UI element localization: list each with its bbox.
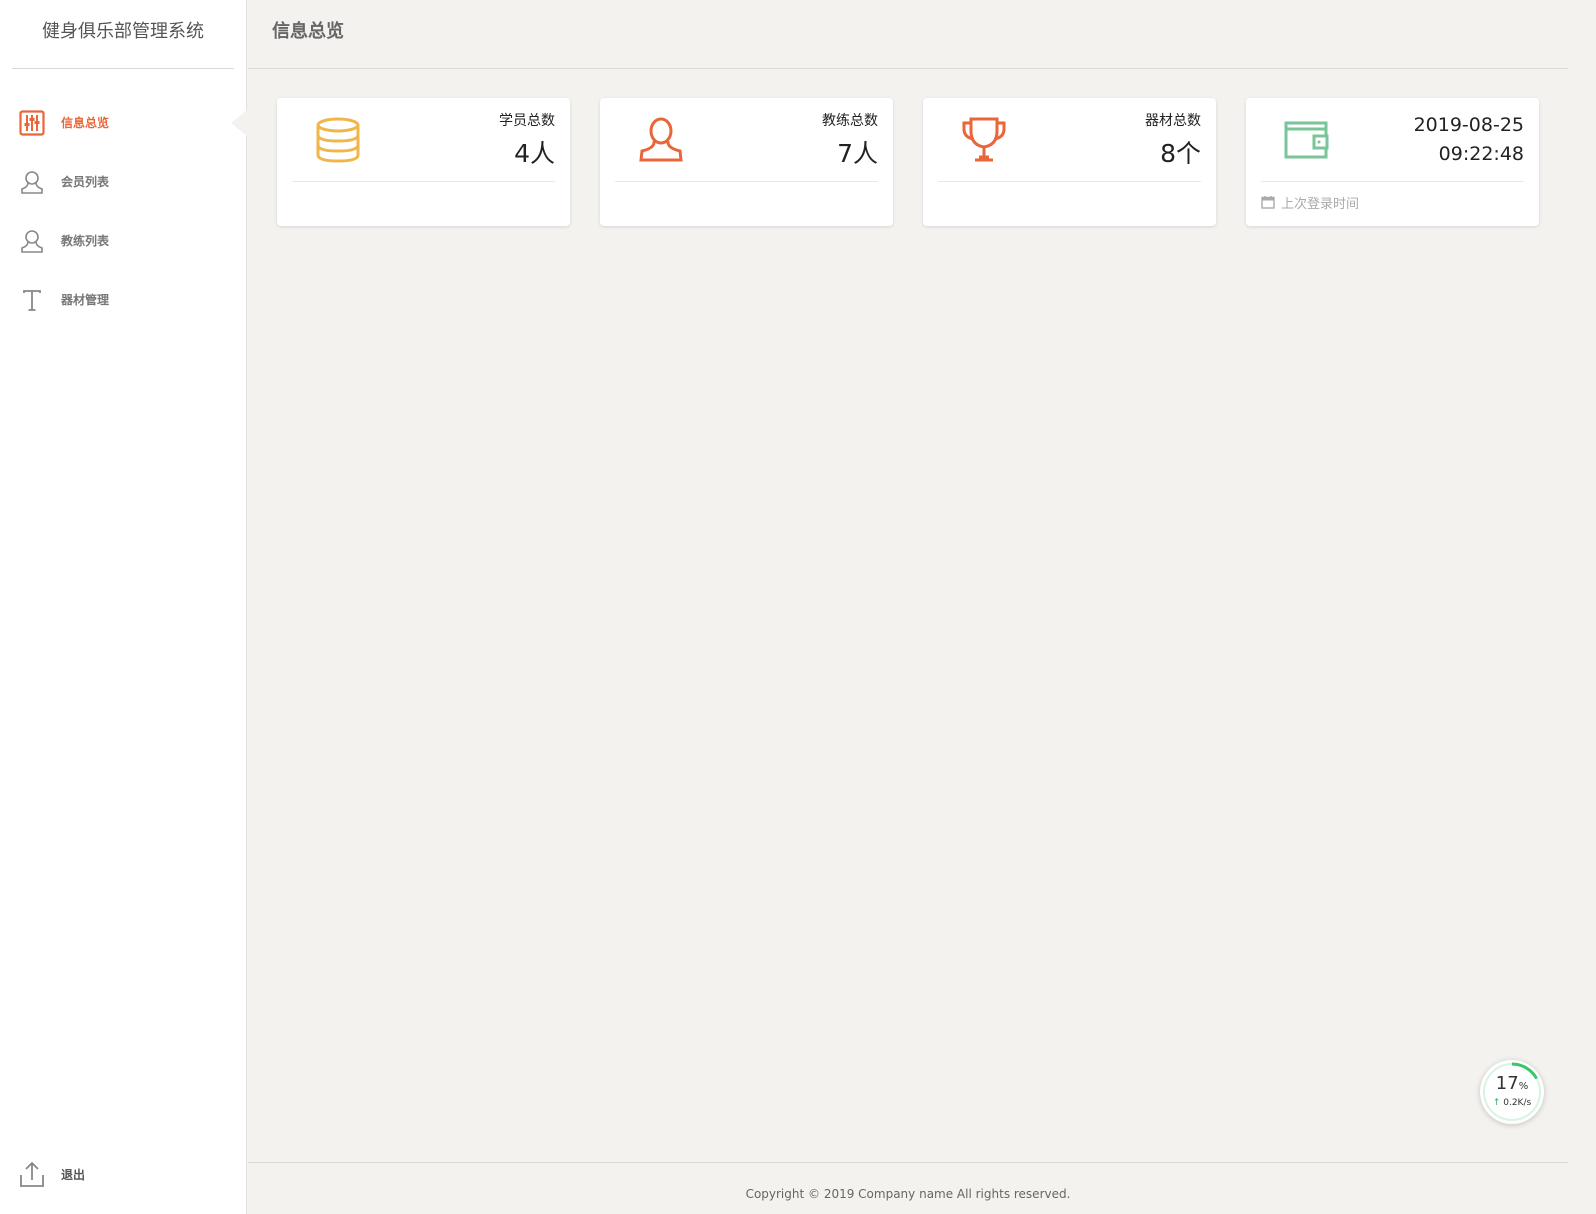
card-equipment: 器材总数 8个 (923, 98, 1216, 226)
sidebar-nav: 信息总览 会员列表 教练列表 器材管理 (0, 93, 247, 329)
last-login-time: 09:22:48 (1438, 142, 1524, 165)
text-t-icon (18, 286, 46, 314)
sidebar-item-equipment[interactable]: 器材管理 (0, 270, 246, 329)
card-coaches: 教练总数 7人 (600, 98, 893, 226)
sidebar-item-overview[interactable]: 信息总览 (0, 93, 247, 152)
user-icon (18, 227, 46, 255)
sidebar-item-label: 教练列表 (61, 234, 110, 248)
last-login-label: 上次登录时间 (1281, 196, 1360, 212)
sidebar-item-label: 器材管理 (61, 293, 110, 307)
calendar-icon (1261, 195, 1275, 209)
sidebar-item-members[interactable]: 会员列表 (0, 152, 246, 211)
page-header: 信息总览 (248, 0, 1568, 69)
card-footer: 上次登录时间 (1261, 182, 1524, 222)
card-value: 4人 (514, 138, 555, 168)
logout-button[interactable]: 退出 (0, 1152, 247, 1196)
copyright-text: Copyright © 2019 Company name All rights… (745, 1187, 1071, 1201)
speed-percent: 17 (1495, 1073, 1519, 1094)
sidebar-item-label: 信息总览 (61, 116, 110, 130)
card-label: 器材总数 (1145, 112, 1201, 129)
card-label: 教练总数 (822, 112, 878, 129)
card-label: 学员总数 (499, 112, 555, 129)
page-footer: Copyright © 2019 Company name All rights… (248, 1162, 1568, 1214)
scrollbar[interactable] (1568, 0, 1596, 1214)
database-icon (292, 110, 384, 170)
upload-icon (18, 1160, 46, 1188)
trophy-icon (938, 110, 1030, 170)
card-last-login: 2019-08-25 09:22:48 上次登录时间 (1246, 98, 1539, 226)
sliders-icon (18, 109, 46, 137)
arrow-up-icon: ↑ (1492, 1098, 1501, 1108)
sidebar-item-coaches[interactable]: 教练列表 (0, 211, 246, 270)
page-title: 信息总览 (272, 21, 344, 42)
card-value: 8个 (1160, 138, 1201, 168)
app-title: 健身俱乐部管理系统 (12, 0, 234, 69)
user-icon (18, 168, 46, 196)
network-speed-widget[interactable]: 17% ↑ 0.2K/s (1480, 1060, 1544, 1124)
logout-label: 退出 (61, 1167, 86, 1182)
card-students: 学员总数 4人 (277, 98, 570, 226)
stat-cards: 学员总数 4人 教练总数 7人 器材总数 8个 2019-08-25 09:22… (277, 98, 1539, 226)
card-value: 7人 (837, 138, 878, 168)
last-login-date: 2019-08-25 (1413, 113, 1524, 136)
speed-rate: 0.2K/s (1503, 1098, 1532, 1108)
wallet-icon (1261, 110, 1353, 170)
user-icon (615, 110, 707, 170)
speed-percent-unit: % (1518, 1081, 1529, 1092)
sidebar-item-label: 会员列表 (61, 175, 110, 189)
sidebar: 健身俱乐部管理系统 信息总览 会员列表 教练列表 器材管理 退出 (0, 0, 247, 1214)
